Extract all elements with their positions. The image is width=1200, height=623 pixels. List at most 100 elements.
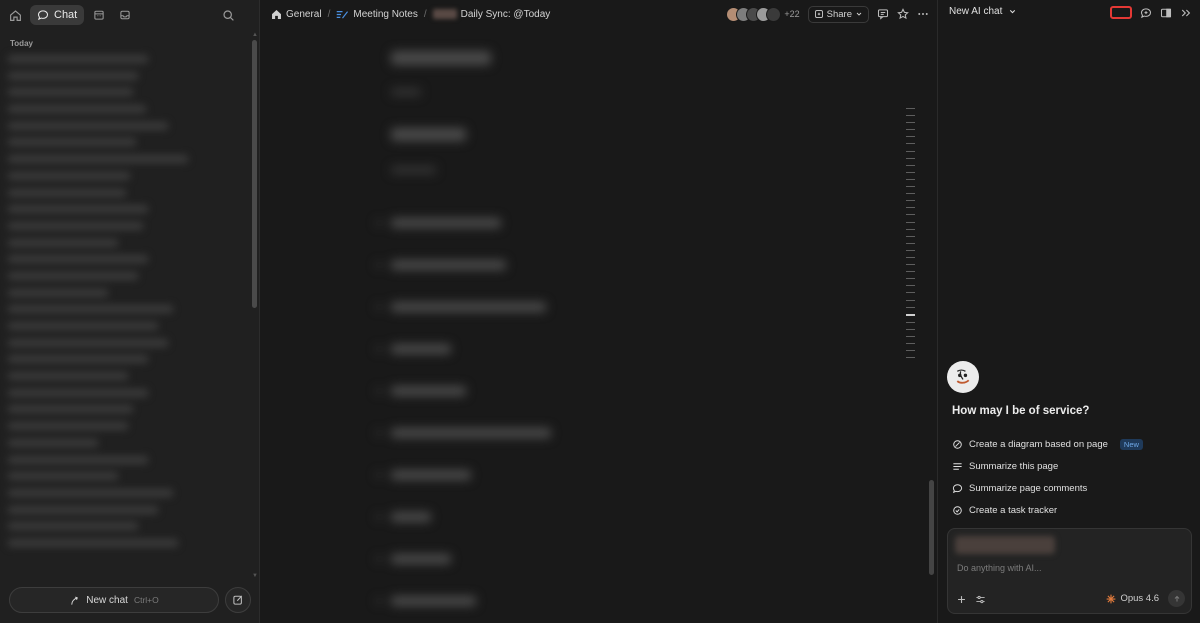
send-button[interactable] [1168,590,1185,607]
list-item[interactable] [8,472,118,481]
outline-tick[interactable] [906,321,915,323]
list-item[interactable] [8,405,133,414]
list-item[interactable] [8,88,133,97]
list-item[interactable] [8,288,108,297]
ai-input-placeholder[interactable]: Do anything with AI... [957,563,1042,573]
outline-tick[interactable] [906,143,915,145]
list-item[interactable] [8,188,126,197]
collapse-panel-icon[interactable] [1180,7,1192,19]
outline-tick[interactable] [906,235,915,237]
context-chip[interactable] [955,536,1055,554]
action-create-task-tracker[interactable]: Create a task tracker [952,499,1143,521]
outline-tick[interactable] [906,150,915,152]
list-item[interactable] [8,455,148,464]
main-scrollbar[interactable] [929,480,934,575]
outline-minimap[interactable] [906,108,916,364]
compose-button[interactable] [225,587,251,613]
outline-tick[interactable] [906,336,915,337]
list-item[interactable] [8,338,168,347]
scroll-up-arrow[interactable]: ▲ [252,32,258,38]
new-chat-icon[interactable] [1140,7,1152,19]
list-item[interactable] [8,422,128,431]
list-item[interactable] [8,305,173,314]
outline-tick[interactable] [906,122,915,124]
new-chat-button[interactable]: New chat Ctrl+O [9,587,219,613]
list-item[interactable] [8,538,178,547]
scroll-down-arrow[interactable]: ▼ [252,573,258,579]
outline-tick[interactable] [906,164,915,166]
list-item[interactable] [8,322,158,330]
ai-input-box[interactable]: Do anything with AI... Opus 4.6 [947,528,1192,614]
outline-tick[interactable] [906,264,915,266]
share-button[interactable]: Share [807,5,869,23]
outline-tick[interactable] [906,350,915,352]
outline-tick[interactable] [906,228,915,230]
outline-tick[interactable] [906,343,915,345]
star-icon[interactable] [897,8,909,20]
outline-tick[interactable] [906,306,915,308]
outline-tick[interactable] [906,328,915,330]
chat-tab[interactable]: Chat [30,5,85,25]
list-item[interactable] [8,221,143,230]
list-item[interactable] [8,388,148,397]
sidebar-scrollbar[interactable] [252,40,257,308]
outline-tick[interactable] [906,178,915,180]
home-icon[interactable] [4,4,26,26]
list-item[interactable] [8,138,136,147]
list-item[interactable] [8,71,138,80]
breadcrumb-daily-sync[interactable]: Daily Sync: @Today [432,9,550,20]
outline-tick[interactable] [906,193,915,195]
list-item[interactable] [8,155,188,164]
ai-chat-title-dropdown[interactable]: New AI chat [949,6,1017,17]
outline-tick[interactable] [906,285,915,287]
outline-tick[interactable] [906,136,915,138]
outline-tick[interactable] [906,207,915,209]
outline-tick[interactable] [906,357,915,359]
outline-tick[interactable] [906,221,915,223]
action-summarize-page[interactable]: Summarize this page [952,455,1143,477]
inbox-icon[interactable] [114,4,136,26]
outline-tick-active[interactable] [906,313,915,316]
outline-tick[interactable] [906,271,915,273]
plus-icon[interactable] [956,594,967,605]
list-item[interactable] [8,372,128,381]
highlighted-empty-button[interactable] [1110,6,1132,19]
outline-tick[interactable] [906,292,915,294]
list-item[interactable] [8,105,146,114]
panel-layout-icon[interactable] [1160,7,1172,19]
list-item[interactable] [8,271,138,280]
action-summarize-comments[interactable]: Summarize page comments [952,477,1143,499]
list-item[interactable] [8,255,148,264]
outline-tick[interactable] [906,256,915,258]
list-item[interactable] [8,505,158,514]
sliders-icon[interactable] [975,594,986,605]
outline-tick[interactable] [906,129,915,131]
action-create-diagram[interactable]: Create a diagram based on page New [952,433,1143,455]
outline-tick[interactable] [906,186,915,188]
outline-tick[interactable] [906,299,915,301]
outline-tick[interactable] [906,115,915,117]
calendar-icon[interactable] [88,4,110,26]
breadcrumb-meeting-notes[interactable]: Meeting Notes [336,9,418,20]
outline-tick[interactable] [906,249,915,251]
list-item[interactable] [8,121,168,130]
outline-tick[interactable] [906,278,915,280]
outline-tick[interactable] [906,157,915,159]
list-item[interactable] [8,238,118,247]
outline-tick[interactable] [906,242,915,244]
model-selector[interactable]: Opus 4.6 [1106,593,1159,604]
list-item[interactable] [8,522,138,531]
outline-tick[interactable] [906,171,915,173]
list-item[interactable] [8,488,173,497]
breadcrumb-general[interactable]: General [271,9,322,20]
collaborator-avatars[interactable]: +22 [726,6,800,22]
outline-tick[interactable] [906,108,915,109]
search-icon[interactable] [217,4,239,26]
more-options-icon[interactable] [917,8,929,20]
comments-icon[interactable] [877,8,889,20]
list-item[interactable] [8,355,148,364]
list-item[interactable] [8,205,148,214]
outline-tick[interactable] [906,214,915,216]
list-item[interactable] [8,55,148,63]
list-item[interactable] [8,438,98,447]
